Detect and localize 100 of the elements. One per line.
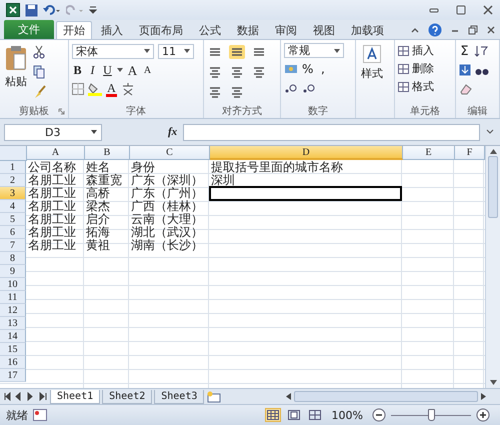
normal-view-button[interactable] (264, 408, 281, 422)
styles-button[interactable]: 样式 (359, 43, 385, 118)
ribbon-tab[interactable]: 公式 (192, 21, 228, 39)
ribbon-tab[interactable]: 视图 (306, 21, 342, 39)
column-header[interactable]: F (455, 146, 485, 160)
zoom-slider-thumb[interactable] (428, 408, 435, 420)
close-icon[interactable] (482, 4, 494, 16)
italic-button[interactable]: I (87, 62, 98, 78)
vertical-scrollbar[interactable] (485, 146, 500, 388)
cells-button[interactable]: 格式 (398, 79, 452, 94)
expand-icon[interactable] (486, 129, 494, 135)
autosum-button[interactable]: Σ (459, 44, 470, 58)
bold-button[interactable]: B (72, 62, 83, 78)
row-header[interactable]: 13 (0, 317, 26, 330)
row-header[interactable]: 7 (0, 239, 26, 252)
currency-icon[interactable] (284, 63, 298, 75)
customize-menu-icon[interactable] (89, 4, 97, 16)
sort-filter-icon[interactable] (474, 45, 488, 57)
macro-record-icon[interactable] (33, 409, 47, 421)
close-icon[interactable] (486, 24, 496, 34)
page-break-view-button[interactable] (306, 408, 323, 422)
ribbon-tab[interactable]: 插入 (94, 21, 130, 39)
number-format-dropdown[interactable]: 常规 (284, 43, 344, 58)
font-color-button[interactable]: A (106, 82, 117, 96)
underline-button[interactable]: U (102, 62, 113, 78)
row-header[interactable]: 3 (0, 187, 26, 200)
cells-button[interactable]: 删除 (398, 61, 452, 76)
percent-button[interactable]: % (302, 62, 314, 76)
ribbon-tab[interactable]: 加载项 (344, 21, 391, 39)
sheet-tab[interactable]: Sheet2 (102, 390, 152, 404)
increase-decimal-icon[interactable] (284, 82, 298, 94)
column-header[interactable]: D (210, 146, 403, 160)
decrease-decimal-icon[interactable] (302, 82, 316, 94)
dialog-launcher-icon[interactable] (58, 108, 65, 115)
zoom-in-icon[interactable] (476, 408, 490, 422)
row-header[interactable]: 8 (0, 252, 26, 265)
scroll-thumb[interactable] (488, 156, 498, 218)
column-header[interactable]: E (403, 146, 455, 160)
fill-down-icon[interactable] (459, 64, 471, 76)
row-header[interactable]: 14 (0, 330, 26, 343)
cells-button[interactable]: 插入 (398, 43, 452, 58)
eraser-icon[interactable] (459, 83, 473, 95)
row-header[interactable]: 1 (0, 161, 26, 174)
row-header[interactable]: 6 (0, 226, 26, 239)
page-layout-view-button[interactable] (286, 408, 302, 422)
row-header[interactable]: 10 (0, 278, 26, 291)
scroll-thumb[interactable] (294, 391, 478, 402)
file-tab[interactable]: 文件 (4, 20, 54, 39)
grow-font-button[interactable]: A (127, 62, 138, 78)
scroll-left-icon[interactable] (286, 393, 291, 400)
align-lines-icon[interactable] (207, 65, 223, 79)
zoom-out-icon[interactable] (372, 408, 386, 422)
scissors-icon[interactable] (33, 45, 45, 59)
active-cell[interactable] (209, 186, 402, 201)
sheet-tab[interactable]: Sheet3 (154, 390, 204, 404)
column-header[interactable]: C (130, 146, 210, 160)
ribbon-tab[interactable]: 开始 (56, 21, 92, 39)
caret-icon[interactable] (117, 68, 123, 72)
row-header[interactable]: 12 (0, 304, 26, 317)
restore-icon[interactable] (468, 24, 478, 34)
paste-button[interactable]: 粘贴 (3, 43, 29, 91)
undo-icon[interactable] (43, 4, 61, 16)
font-name-dropdown[interactable]: 宋体 (72, 44, 154, 58)
row-header[interactable]: 5 (0, 213, 26, 226)
borders-icon[interactable] (72, 83, 84, 95)
column-header[interactable]: A (27, 146, 85, 160)
save-icon[interactable] (25, 4, 38, 16)
row-header[interactable]: 11 (0, 291, 26, 304)
scroll-down-icon[interactable] (490, 380, 496, 385)
ribbon-tab[interactable]: 审阅 (268, 21, 304, 39)
excel-logo-icon[interactable] (6, 3, 20, 17)
group-label: 编辑 (468, 104, 488, 118)
insert-function-button[interactable]: fx (168, 126, 178, 138)
new-sheet-icon[interactable] (206, 390, 222, 402)
formula-input[interactable] (183, 124, 480, 140)
row-header[interactable]: 15 (0, 343, 26, 356)
align-middle-icon[interactable] (229, 45, 245, 59)
brush-icon[interactable] (33, 85, 47, 99)
zoom-level[interactable]: 100% (332, 408, 363, 422)
sheet-navigation-icon[interactable] (4, 392, 48, 401)
scroll-right-icon[interactable] (481, 393, 486, 400)
font-size-dropdown[interactable]: 11 (158, 44, 194, 58)
column-header[interactable]: B (85, 146, 130, 160)
ribbon-tab[interactable]: 页面布局 (132, 21, 190, 39)
sheet-tab[interactable]: Sheet1 (50, 390, 100, 404)
align-lines-icon[interactable] (251, 65, 267, 79)
ribbon-tab[interactable]: 数据 (230, 21, 266, 39)
fill-bucket-icon[interactable] (88, 82, 102, 96)
help-icon[interactable] (428, 22, 442, 36)
name-box[interactable]: D3 (4, 124, 102, 140)
shrink-font-button[interactable]: A (142, 62, 153, 78)
scroll-up-icon[interactable] (490, 149, 496, 154)
row-header[interactable]: 17 (0, 369, 26, 382)
align-lines-icon[interactable] (229, 65, 245, 79)
row-header[interactable]: 9 (0, 265, 26, 278)
row-header[interactable]: 2 (0, 174, 26, 187)
row-header[interactable]: 4 (0, 200, 26, 213)
comma-button[interactable]: , (317, 62, 328, 76)
maximize-icon[interactable] (455, 4, 467, 16)
row-header[interactable]: 16 (0, 356, 26, 369)
